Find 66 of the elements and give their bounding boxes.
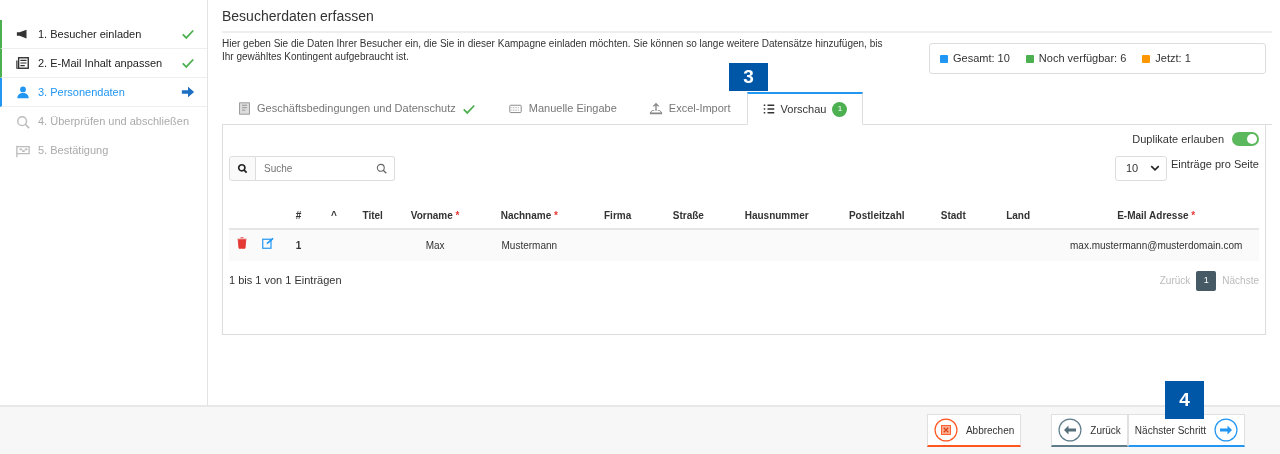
column-header: Postleitzahl (829, 202, 924, 229)
tab[interactable]: Geschäftsbedingungen und Datenschutz (222, 92, 492, 124)
toggle-label: Duplikate erlauben (1132, 132, 1224, 147)
column-header: ^ (316, 202, 352, 229)
wizard-step[interactable]: 1. Besucher einladen (0, 20, 207, 49)
table-cell: Mustermann (501, 239, 558, 251)
list-icon (762, 103, 775, 115)
legend-label: Noch verfügbar: 6 (1038, 51, 1127, 67)
column-header: Nachname * (476, 202, 583, 229)
page-size-select[interactable]: 10 (1114, 155, 1167, 181)
newspaper-icon (16, 56, 30, 70)
count-badge: 1 (832, 101, 848, 117)
tab[interactable]: Excel-Import (632, 92, 747, 124)
chevron-down-icon (1149, 163, 1160, 173)
arrow-left-icon (1058, 418, 1083, 442)
cancel-button[interactable]: Abbrechen (926, 414, 1022, 447)
required-mark: * (554, 209, 558, 221)
delete-button[interactable] (235, 237, 248, 249)
column-header: Stadt (923, 202, 983, 229)
page-size-label: Einträge pro Seite (1170, 156, 1259, 172)
column-header: Titel (351, 202, 394, 229)
megaphone-icon (16, 27, 30, 41)
page-title: Besucherdaten erfassen (222, 6, 1272, 33)
column-header: Vorname * (393, 202, 477, 229)
search-icon (16, 114, 30, 129)
tab[interactable]: Manuelle Eingabe (491, 92, 633, 124)
trash-icon (235, 237, 248, 249)
table-cell: max.mustermann@musterdomain.com (1070, 239, 1243, 251)
column-header: Firma (582, 202, 653, 229)
legend-label: Jetzt: 1 (1155, 51, 1191, 67)
edit-icon (261, 237, 274, 249)
edit-button[interactable] (261, 237, 274, 249)
arrow-right-icon (1214, 418, 1238, 442)
page-button[interactable]: 1 (1196, 270, 1217, 291)
column-header: Straße (652, 202, 724, 229)
cancel-icon (933, 418, 958, 442)
keyboard-icon (507, 102, 523, 115)
column-header: # (280, 202, 317, 229)
next-button[interactable]: Nächster Schritt (1127, 414, 1245, 447)
tab[interactable]: Vorschau 1 (746, 92, 864, 125)
table-cell: 1 (295, 239, 302, 251)
search-icon (376, 162, 387, 174)
description-text: Hier geben Sie die Daten Ihrer Besucher ein, die Sie in dieser Kampagne einladen möchten. Sie können so lange weitere Datensätze hinzufügen, bis Ihr gewähltes Kontingent aufgebraucht ist. (222, 38, 884, 64)
required-mark: * (1191, 209, 1196, 221)
document-icon (238, 102, 251, 115)
search-button[interactable] (229, 155, 256, 181)
callout-marker: 3 (729, 63, 768, 91)
column-header: Hausnummer (723, 202, 830, 229)
search-field[interactable]: Suche (256, 155, 395, 181)
callout-marker: 4 (1165, 381, 1204, 419)
column-header: E-Mail Adresse * (1053, 202, 1259, 229)
search-icon (237, 162, 248, 174)
legend-label: Gesamt: 10 (953, 51, 1010, 67)
arrow-right-icon (181, 85, 195, 99)
upload-icon (648, 101, 663, 116)
column-header: Land (982, 202, 1054, 229)
table-cell: Max (425, 239, 445, 251)
check-icon (181, 27, 195, 41)
flag-icon (16, 143, 30, 158)
required-mark: * (455, 209, 460, 221)
toggle-switch[interactable] (1232, 132, 1259, 147)
back-button[interactable]: Zurück (1051, 414, 1128, 447)
entries-info: 1 bis 1 von 1 Einträgen (229, 273, 342, 289)
person-icon (16, 85, 30, 99)
wizard-step[interactable]: 2. E-Mail Inhalt anpassen (0, 49, 207, 78)
check-icon (181, 56, 195, 70)
